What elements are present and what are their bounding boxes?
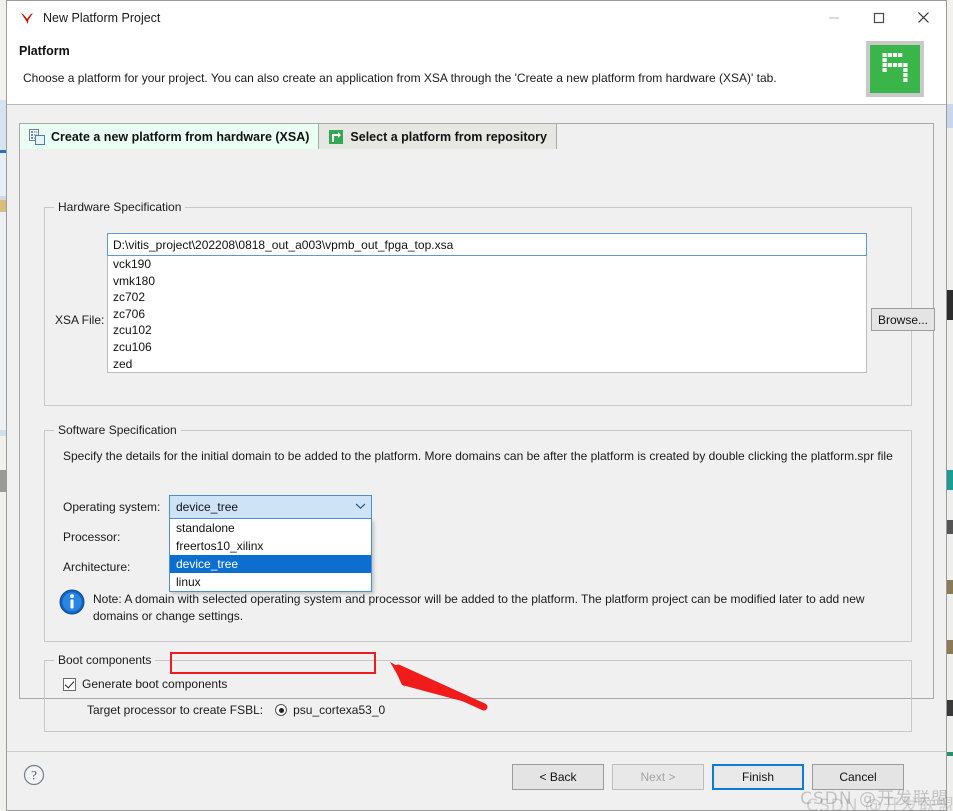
- architecture-label: Architecture:: [63, 560, 131, 574]
- chevron-down-icon[interactable]: [349, 502, 371, 512]
- help-question-icon[interactable]: ?: [23, 764, 45, 786]
- list-item[interactable]: zed: [108, 356, 866, 372]
- dropdown-option-freertos10-xilinx[interactable]: freertos10_xilinx: [170, 537, 371, 555]
- software-specification-title: Software Specification: [54, 423, 181, 437]
- list-item[interactable]: zc702: [108, 289, 866, 306]
- software-specification-description: Specify the details for the initial doma…: [63, 449, 893, 463]
- list-item-selected[interactable]: D:\vitis_project\202208\0818_out_a003\vp…: [108, 372, 866, 373]
- hardware-specification-title: Hardware Specification: [54, 200, 186, 214]
- operating-system-dropdown-list[interactable]: standalone freertos10_xilinx device_tree…: [169, 519, 372, 592]
- maximize-button[interactable]: [856, 1, 901, 35]
- generate-boot-components-label: Generate boot components: [82, 677, 228, 691]
- boot-components-group: Boot components Generate boot components…: [44, 653, 912, 732]
- generate-boot-components-checkbox-row[interactable]: Generate boot components: [63, 677, 227, 691]
- title-bar: New Platform Project: [7, 1, 946, 35]
- cancel-button-label: Cancel: [839, 770, 877, 784]
- dropdown-option-linux[interactable]: linux: [170, 573, 371, 591]
- list-item[interactable]: zcu102: [108, 322, 866, 339]
- xsa-path-input[interactable]: D:\vitis_project\202208\0818_out_a003\vp…: [107, 233, 867, 256]
- screen-root: New Platform Project Platform Choose a p…: [0, 0, 953, 811]
- window-title: New Platform Project: [43, 10, 161, 25]
- dropdown-option-device-tree[interactable]: device_tree: [170, 555, 371, 573]
- xilinx-vitis-icon: [17, 8, 37, 28]
- operating-system-label: Operating system:: [63, 500, 161, 514]
- domain-note: Note: A domain with selected operating s…: [59, 589, 904, 625]
- tab-label: Select a platform from repository: [350, 129, 547, 144]
- target-processor-row[interactable]: Target processor to create FSBL: psu_cor…: [87, 703, 385, 717]
- processor-label: Processor:: [63, 530, 121, 544]
- operating-system-value: device_tree: [176, 500, 239, 514]
- new-platform-project-dialog: New Platform Project Platform Choose a p…: [6, 0, 947, 811]
- list-item[interactable]: zc706: [108, 306, 866, 323]
- page-description: Choose a platform for your project. You …: [23, 71, 777, 85]
- vitis-green-logo: [866, 41, 924, 97]
- tab-panel-create-platform: Hardware Specification XSA File: D:\viti…: [19, 149, 935, 732]
- target-processor-value: psu_cortexa53_0: [293, 703, 386, 717]
- back-button[interactable]: < Back: [512, 764, 604, 790]
- close-button[interactable]: [901, 1, 946, 35]
- tab-bar-filler: [555, 123, 934, 149]
- generate-boot-components-checkbox[interactable]: [63, 677, 76, 691]
- finish-button-label: Finish: [741, 770, 774, 784]
- list-item[interactable]: vck190: [108, 256, 866, 273]
- xsa-file-label: XSA File:: [55, 313, 105, 327]
- finish-button[interactable]: Finish: [712, 764, 804, 790]
- target-processor-label: Target processor to create FSBL:: [87, 703, 264, 717]
- boot-components-title: Boot components: [54, 653, 156, 667]
- tab-create-platform-from-hardware[interactable]: Create a new platform from hardware (XSA…: [19, 123, 320, 150]
- wizard-header: Platform Choose a platform for your proj…: [7, 35, 946, 105]
- hardware-xsa-icon: [29, 128, 45, 145]
- tab-bar: Create a new platform from hardware (XSA…: [19, 123, 934, 150]
- dropdown-option-standalone[interactable]: standalone: [170, 519, 371, 537]
- dialog-footer: ? < Back Next > Finish Cancel: [7, 751, 946, 810]
- list-item[interactable]: zcu106: [108, 339, 866, 356]
- svg-text:?: ?: [31, 768, 37, 783]
- info-icon: [59, 589, 85, 615]
- domain-note-text: Note: A domain with selected operating s…: [93, 592, 865, 623]
- operating-system-combobox[interactable]: device_tree: [169, 495, 372, 519]
- list-item[interactable]: vmk180: [108, 273, 866, 290]
- next-button[interactable]: Next >: [612, 764, 704, 790]
- tab-select-platform-from-repository[interactable]: Select a platform from repository: [318, 123, 557, 149]
- footer-button-row: < Back Next > Finish Cancel: [512, 764, 904, 790]
- software-specification-group: Software Specification Specify the detai…: [44, 423, 912, 642]
- page-title: Platform: [19, 44, 70, 58]
- back-button-label: < Back: [539, 770, 577, 784]
- tab-label: Create a new platform from hardware (XSA…: [51, 129, 310, 144]
- window-controls: [811, 1, 946, 35]
- next-button-label: Next >: [640, 770, 676, 784]
- cancel-button[interactable]: Cancel: [812, 764, 904, 790]
- xsa-suggestion-list[interactable]: vck190 vmk180 zc702 zc706 zcu102 zcu106 …: [107, 256, 867, 373]
- hardware-specification-group: Hardware Specification XSA File: D:\viti…: [44, 200, 935, 406]
- repository-icon: [328, 129, 344, 145]
- browse-button[interactable]: Browse...: [871, 308, 935, 331]
- minimize-button[interactable]: [811, 1, 856, 35]
- target-processor-radio[interactable]: [275, 704, 288, 716]
- dialog-body: Create a new platform from hardware (XSA…: [7, 106, 946, 754]
